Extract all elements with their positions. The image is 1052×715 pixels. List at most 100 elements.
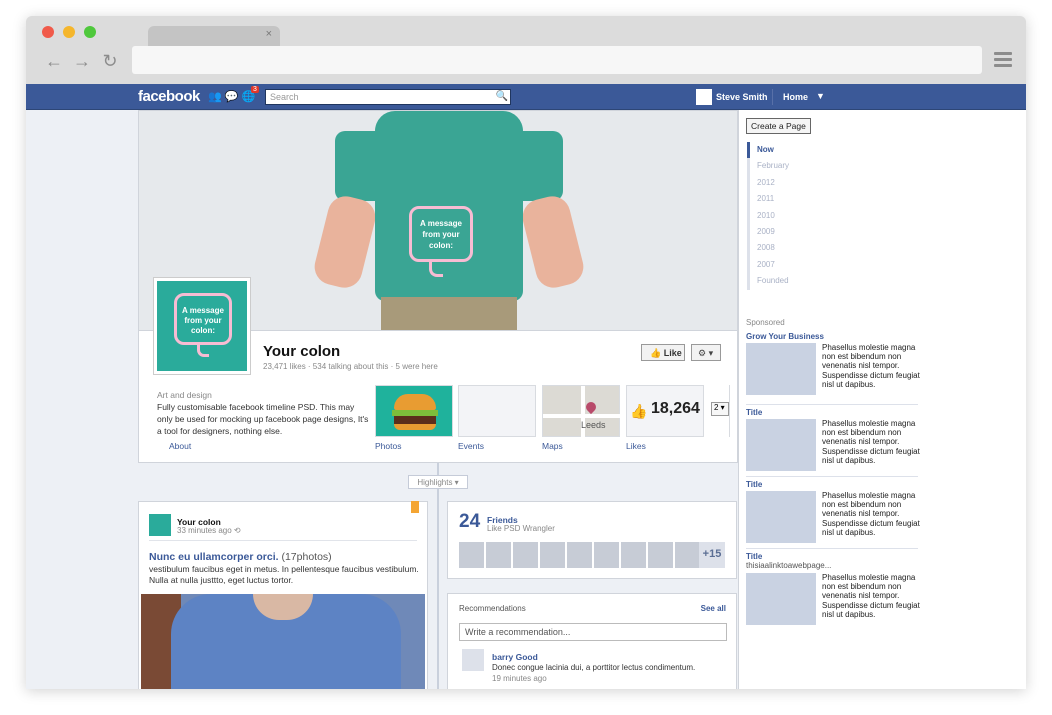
year-item[interactable]: 2010 bbox=[747, 207, 827, 224]
post-timestamp[interactable]: 33 minutes ago ⟲ bbox=[177, 526, 241, 535]
ad-image[interactable] bbox=[746, 491, 816, 543]
close-tab-icon[interactable]: × bbox=[266, 28, 272, 40]
sponsored-ad[interactable]: Grow Your Business Phasellus molestie ma… bbox=[746, 332, 920, 395]
maximize-window-button[interactable] bbox=[84, 26, 96, 38]
recommendations-title: Recommendations bbox=[459, 604, 526, 613]
photos-thumbnail[interactable] bbox=[375, 385, 453, 437]
timeline-post: Your colon 33 minutes ago ⟲ Nunc eu ulla… bbox=[138, 501, 428, 689]
search-placeholder: Search bbox=[270, 92, 299, 102]
likes-count: 18,264 bbox=[651, 400, 700, 417]
year-item[interactable]: 2012 bbox=[747, 174, 827, 192]
year-item[interactable]: 2008 bbox=[747, 240, 827, 257]
notification-badge: 3 bbox=[251, 86, 259, 93]
year-item[interactable]: 2011 bbox=[747, 191, 827, 208]
reload-icon[interactable]: ↻ bbox=[96, 51, 124, 72]
recommendation-time[interactable]: 19 minutes ago bbox=[492, 674, 547, 683]
recommendations-box: Recommendations See all Write a recommen… bbox=[447, 593, 737, 689]
year-item[interactable]: February bbox=[747, 158, 827, 175]
sponsored-heading: Sponsored bbox=[746, 318, 785, 327]
friend-avatar[interactable] bbox=[567, 542, 592, 568]
ad-title[interactable]: Grow Your Business bbox=[746, 332, 918, 341]
forward-arrow-icon[interactable]: → bbox=[68, 51, 96, 72]
recommendation-text: Donec congue lacinia dui, a porttitor le… bbox=[492, 663, 696, 672]
friend-avatar[interactable] bbox=[648, 542, 673, 568]
more-friends-button[interactable]: +15 bbox=[699, 542, 725, 568]
facebook-logo[interactable]: facebook bbox=[138, 88, 200, 105]
map-city-label: Leeds bbox=[581, 420, 606, 430]
recommendation-input[interactable]: Write a recommendation... bbox=[459, 623, 727, 641]
friend-avatar[interactable] bbox=[621, 542, 646, 568]
ad-text: Phasellus molestie magna non est bibendu… bbox=[822, 491, 920, 537]
year-item[interactable]: 2009 bbox=[747, 223, 827, 241]
thumbs-up-icon: 👍 bbox=[630, 403, 648, 419]
post-photo[interactable] bbox=[141, 594, 425, 689]
browser-tab[interactable]: × bbox=[148, 26, 280, 46]
sponsored-ad[interactable]: Title thisiaalinktoawebpage... Phasellus… bbox=[746, 552, 920, 625]
right-sidebar: Create a Page Now February 2012 2011 201… bbox=[738, 110, 1026, 689]
year-item[interactable]: 2007 bbox=[747, 256, 827, 274]
recommender-name[interactable]: barry Good bbox=[492, 652, 538, 662]
ad-title[interactable]: Title bbox=[746, 408, 918, 417]
ad-image[interactable] bbox=[746, 419, 816, 471]
friend-avatar[interactable] bbox=[513, 542, 538, 568]
page-stats: 23,471 likes · 534 talking about this · … bbox=[263, 362, 438, 371]
post-body: vestibulum faucibus eget in metus. In pe… bbox=[149, 564, 419, 585]
about-text: Fully customisable facebook timeline PSD… bbox=[157, 402, 369, 436]
tab-photos[interactable]: Photos bbox=[375, 441, 401, 451]
browser-window: × ← → ↻ facebook 👥 💬 🌐 3 Search 🔍 Steve Sm… bbox=[26, 16, 1026, 689]
tab-events[interactable]: Events bbox=[458, 441, 484, 451]
cover-speech-bubble: A message from your colon: bbox=[409, 206, 473, 262]
create-page-button[interactable]: Create a Page bbox=[746, 118, 811, 134]
friends-box: 24 Friends Like PSD Wrangler +15 bbox=[447, 501, 737, 579]
bookmark-icon[interactable] bbox=[411, 501, 419, 513]
minimize-window-button[interactable] bbox=[63, 26, 75, 38]
map-thumbnail[interactable]: Leeds bbox=[542, 385, 621, 438]
gear-menu-button[interactable]: ⚙ ▾ bbox=[691, 344, 721, 361]
highlights-dropdown[interactable]: Highlights ▾ bbox=[408, 475, 468, 489]
ad-text: Phasellus molestie magna non est bibendu… bbox=[822, 343, 920, 389]
tab-about[interactable]: About bbox=[169, 441, 191, 451]
timeline-main: A message from your colon: Your colon 23… bbox=[138, 110, 738, 689]
year-item[interactable]: Founded bbox=[747, 273, 827, 290]
friend-avatar[interactable] bbox=[459, 542, 484, 568]
search-input[interactable]: Search 🔍 bbox=[265, 89, 511, 105]
notification-jewels-icon[interactable]: 👥 💬 🌐 bbox=[208, 90, 255, 103]
friend-avatar[interactable] bbox=[540, 542, 565, 568]
back-arrow-icon[interactable]: ← bbox=[40, 51, 68, 72]
friends-subtitle: Like PSD Wrangler bbox=[487, 524, 555, 533]
recommender-avatar[interactable] bbox=[462, 649, 484, 671]
account-menu-caret-icon[interactable]: ▼ bbox=[816, 91, 825, 101]
sponsored-ad[interactable]: Title Phasellus molestie magna non est b… bbox=[746, 408, 920, 471]
tab-maps[interactable]: Maps bbox=[542, 441, 563, 451]
page-viewport: facebook 👥 💬 🌐 3 Search 🔍 Steve Smith Ho… bbox=[26, 84, 1026, 689]
user-name-link[interactable]: Steve Smith bbox=[716, 92, 768, 102]
friend-avatar[interactable] bbox=[594, 542, 619, 568]
see-all-link[interactable]: See all bbox=[701, 604, 726, 613]
year-item[interactable]: Now bbox=[747, 142, 827, 159]
ad-title[interactable]: Title bbox=[746, 552, 918, 561]
close-window-button[interactable] bbox=[42, 26, 54, 38]
address-bar[interactable] bbox=[132, 46, 982, 74]
page-category: Art and design bbox=[157, 390, 212, 400]
events-thumbnail[interactable] bbox=[458, 385, 536, 437]
ad-url[interactable]: thisiaalinktoawebpage... bbox=[746, 561, 918, 570]
tab-likes[interactable]: Likes bbox=[626, 441, 646, 451]
likes-thumbnail[interactable]: 👍 18,264 bbox=[626, 385, 704, 437]
ad-title[interactable]: Title bbox=[746, 480, 918, 489]
ad-image[interactable] bbox=[746, 343, 816, 395]
sponsored-ad[interactable]: Title Phasellus molestie magna non est b… bbox=[746, 480, 920, 543]
hamburger-menu-icon[interactable] bbox=[994, 52, 1012, 68]
home-link[interactable]: Home bbox=[772, 89, 818, 105]
post-avatar[interactable] bbox=[149, 514, 171, 536]
user-avatar[interactable] bbox=[696, 89, 712, 105]
friend-avatar[interactable] bbox=[486, 542, 511, 568]
likes-dropdown[interactable]: 2 ▾ bbox=[711, 402, 729, 416]
profile-picture[interactable]: A message from your colon: bbox=[154, 278, 250, 374]
post-title[interactable]: Nunc eu ullamcorper orci. (17photos) bbox=[149, 551, 332, 563]
ad-image[interactable] bbox=[746, 573, 816, 625]
like-button[interactable]: 👍 Like bbox=[641, 344, 685, 361]
timeline-spine bbox=[437, 463, 439, 689]
page-title[interactable]: Your colon bbox=[263, 343, 340, 360]
search-icon[interactable]: 🔍 bbox=[496, 91, 508, 102]
friend-avatar[interactable] bbox=[675, 542, 700, 568]
